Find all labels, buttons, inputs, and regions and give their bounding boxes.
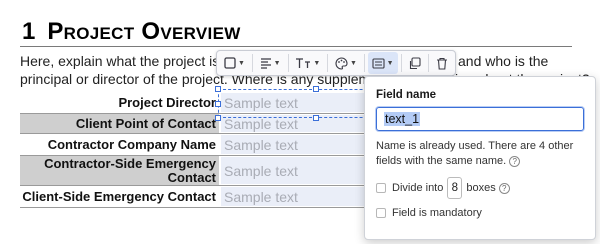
chevron-down-icon: ▼ [313, 59, 321, 67]
duplicate-name-warning: Name is already used. There are 4 other … [376, 139, 588, 169]
color-button[interactable]: ▼ [331, 52, 361, 74]
field-name-label: Field name [376, 89, 437, 101]
delete-button[interactable] [432, 52, 452, 74]
field-toolbar: ▼ ▼ ▼ ▼ ▼ [216, 50, 456, 76]
font-size-button[interactable]: ▼ [291, 52, 324, 74]
section-number: 1 [22, 18, 36, 45]
chevron-down-icon: ▼ [273, 59, 281, 67]
paragraph-text-start: Here, explain what the project is abo [20, 53, 247, 69]
border-style-button[interactable]: ▼ [220, 52, 249, 74]
resize-handle[interactable] [215, 115, 221, 121]
table-row: Contractor-Side Emergency Contact Sample… [20, 156, 391, 186]
mandatory-option: Field is mandatory [376, 207, 482, 219]
row-label: Client Point of Contact [20, 114, 219, 133]
border-square-icon [224, 57, 236, 69]
palette-icon [335, 56, 348, 70]
row-label: Client-Side Emergency Contact [22, 188, 216, 204]
mandatory-checkbox[interactable] [376, 208, 386, 218]
help-icon[interactable]: ? [498, 182, 510, 194]
row-label-line-1: Contractor-Side Emergency [44, 155, 216, 171]
field-name-input[interactable]: text_1 [376, 107, 584, 131]
toolbar-separator [363, 54, 365, 72]
resize-handle[interactable] [215, 101, 221, 107]
toolbar-separator [400, 54, 402, 72]
section-heading: 1 Project Overview [22, 18, 241, 46]
row-label: Contractor Company Name [47, 136, 216, 152]
divide-checkbox[interactable] [376, 183, 386, 193]
toolbar-separator [251, 54, 253, 72]
paragraph-text-end: and who is the [458, 53, 549, 69]
row-label: Contractor-Side Emergency Contact [20, 156, 219, 185]
table-row: Contractor Company Name Sample text [20, 134, 391, 156]
field-placeholder: Sample text [224, 188, 298, 205]
contact-table: Project Director Sample text Client Poin… [20, 92, 391, 208]
heading-divider [20, 46, 572, 47]
field-placeholder: Sample text [224, 94, 298, 111]
help-icon[interactable]: ? [509, 155, 521, 167]
toolbar-separator [327, 54, 328, 72]
chevron-down-icon: ▼ [349, 59, 357, 67]
box-count-input[interactable]: 8 [447, 177, 463, 199]
duplicate-button[interactable] [404, 52, 425, 74]
trash-icon [437, 57, 447, 70]
text-field-icon [372, 57, 385, 69]
align-left-icon [260, 58, 271, 69]
field-placeholder: Sample text [224, 162, 298, 179]
resize-handle[interactable] [313, 115, 319, 121]
divide-label-after: boxes [466, 182, 496, 194]
text-align-button[interactable]: ▼ [256, 52, 285, 74]
divide-into-boxes-option: Divide into 8 boxes ? [376, 177, 510, 199]
field-placeholder: Sample text [224, 136, 298, 153]
table-row: Project Director Sample text [20, 92, 391, 114]
field-placeholder: Sample text [224, 115, 298, 132]
toolbar-separator [287, 54, 289, 72]
chevron-down-icon: ▼ [238, 59, 245, 67]
mandatory-label: Field is mandatory [392, 207, 482, 219]
divide-label-before: Divide into [392, 182, 444, 194]
table-row: Client-Side Emergency Contact Sample tex… [20, 186, 391, 208]
table-row: Client Point of Contact Sample text [20, 114, 391, 134]
section-title: Project Overview [47, 18, 241, 45]
resize-handle[interactable] [313, 86, 319, 92]
field-name-value: text_1 [384, 112, 421, 126]
text-size-icon [296, 58, 311, 68]
chevron-down-icon: ▼ [386, 59, 394, 67]
row-label-line-2: Contact [167, 169, 216, 185]
toolbar-separator [428, 54, 429, 72]
warning-text: Name is already used. There are 4 other … [376, 140, 574, 167]
duplicate-icon [410, 56, 421, 69]
field-style-button[interactable]: ▼ [367, 52, 398, 74]
resize-handle[interactable] [215, 86, 221, 92]
field-properties-popup: Field name text_1 Name is already used. … [364, 76, 596, 240]
row-label: Project Director [118, 94, 216, 110]
